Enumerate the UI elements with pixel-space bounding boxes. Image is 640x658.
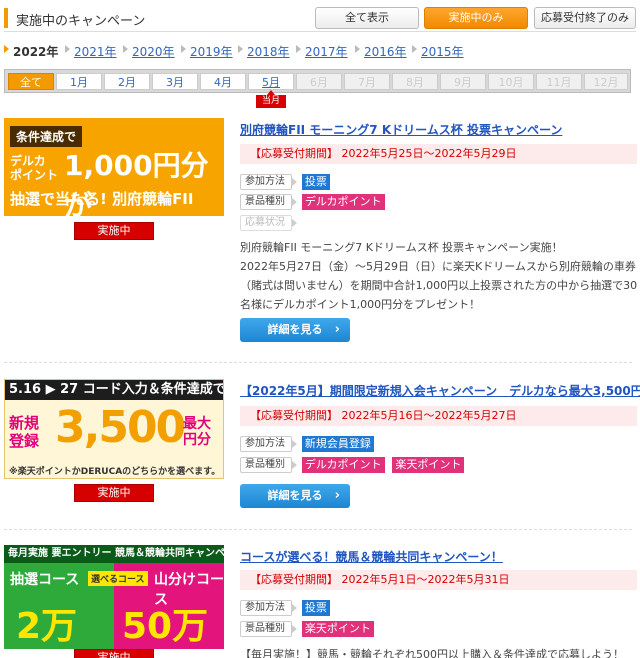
banner-text: 新規 登録	[9, 414, 40, 450]
banner-text: 抽選で当たる! 別府競輪FII	[10, 190, 194, 208]
participation-row: 参加方法 投票	[240, 600, 334, 616]
status-badge: 実施中	[74, 222, 154, 240]
month-tab[interactable]: 3月	[152, 73, 198, 90]
campaign-period: 【応募受付期間】 2022年5月25日～2022年5月29日	[240, 144, 637, 164]
year-arrow-icon	[4, 45, 9, 53]
banner-text: デルカ ポイント	[10, 154, 59, 182]
campaign-item: 条件達成で デルカ ポイント 1,000円分が 抽選で当たる! 別府競輪FII 実…	[4, 118, 638, 343]
tag-label: 参加方法	[240, 174, 297, 190]
year-link[interactable]: 2018年	[247, 43, 290, 60]
campaign-item: 毎月実施 要エントリー 競馬＆競輪共同キャンペーン 抽選コース 選べるコース 山…	[4, 545, 637, 658]
participation-tag: 投票	[301, 600, 330, 616]
banner-text: 5.16 ▶ 27 コード入力＆条件達成で	[5, 380, 223, 400]
status-badge: 実施中	[74, 649, 154, 658]
banner-text: 最大 円分	[183, 416, 211, 448]
campaign-banner[interactable]: 毎月実施 要エントリー 競馬＆競輪共同キャンペーン 抽選コース 選べるコース 山…	[4, 545, 224, 649]
year-arrow-icon	[238, 45, 243, 53]
details-button-label: 詳細を見る	[267, 323, 323, 336]
year-arrow-icon	[65, 45, 70, 53]
year-link[interactable]: 2020年	[132, 43, 175, 60]
participation-row: 参加方法 投票	[240, 174, 334, 190]
year-arrow-icon	[355, 45, 360, 53]
details-button-label: 詳細を見る	[267, 489, 323, 502]
campaign-title-link[interactable]: 【2022年5月】期間限定新規入会キャンペーン デルカなら最大3,500円分！	[240, 382, 640, 399]
prize-tag: 楽天ポイント	[392, 457, 465, 473]
year-link[interactable]: 2016年	[364, 43, 407, 60]
month-tab-disabled: 10月	[488, 73, 534, 90]
year-link[interactable]: 2017年	[305, 43, 348, 60]
participation-tag: 投票	[301, 174, 330, 190]
month-tab-disabled: 7月	[344, 73, 390, 90]
month-tab-disabled: 12月	[584, 73, 628, 90]
banner-text: 毎月実施 要エントリー 競馬＆競輪共同キャンペーン	[4, 545, 224, 563]
month-tab-current[interactable]: 5月	[248, 73, 294, 90]
page-header: 実施中のキャンペーン 全て表示 実施中のみ 応募受付終了のみ	[4, 6, 636, 32]
page-title: 実施中のキャンペーン	[16, 14, 146, 29]
year-link[interactable]: 2015年	[421, 43, 464, 60]
campaign-period: 【応募受付期間】 2022年5月1日～2022年5月31日	[240, 570, 637, 590]
year-link[interactable]: 2019年	[190, 43, 233, 60]
year-arrow-icon	[296, 45, 301, 53]
prize-row: 景品種別 楽天ポイント	[240, 621, 378, 637]
banner-amount: 2万	[16, 606, 78, 647]
current-month-badge: 当月	[256, 90, 286, 108]
year-arrow-icon	[123, 45, 128, 53]
month-tab-disabled: 11月	[536, 73, 582, 90]
status-badge: 実施中	[74, 484, 154, 502]
participation-tag: 新規会員登録	[301, 436, 374, 452]
month-tab-disabled: 8月	[392, 73, 438, 90]
banner-text: 選べるコース	[88, 571, 148, 586]
prize-tag: デルカポイント	[301, 457, 385, 473]
campaign-description: 別府競輪FII モーニング7 Kドリームス杯 投票キャンペーン実施！ 2022年…	[240, 241, 638, 311]
banner-amount: 50万	[122, 606, 209, 647]
details-button[interactable]: 詳細を見る ›	[240, 318, 350, 342]
year-link[interactable]: 2021年	[74, 43, 117, 60]
campaign-title-link[interactable]: 別府競輪FII モーニング7 Kドリームス杯 投票キャンペーン	[240, 121, 562, 138]
banner-amount: 3,500	[55, 402, 186, 453]
filter-ended-button[interactable]: 応募受付終了のみ	[534, 7, 636, 29]
prize-tag: 楽天ポイント	[301, 621, 374, 637]
month-tab-all[interactable]: 全て	[8, 73, 54, 90]
campaign-item: 5.16 ▶ 27 コード入力＆条件達成で 新規 登録 3,500 最大 円分 ※楽…	[4, 379, 640, 519]
status-row: 応募状況	[240, 215, 298, 231]
prize-row: 景品種別 デルカポイント	[240, 194, 389, 210]
tag-label: 景品種別	[240, 621, 297, 637]
campaign-period: 【応募受付期間】 2022年5月16日～2022年5月27日	[240, 406, 637, 426]
month-nav: 全て 1月 2月 3月 4月 5月 6月 7月 8月 9月 10月 11月 12…	[4, 69, 631, 93]
divider	[4, 362, 632, 363]
banner-text: 抽選コース	[10, 572, 80, 588]
tag-label: 景品種別	[240, 194, 297, 210]
tag-label: 応募状況	[240, 215, 297, 231]
campaign-banner[interactable]: 5.16 ▶ 27 コード入力＆条件達成で 新規 登録 3,500 最大 円分 ※楽…	[4, 379, 224, 479]
campaign-title-link[interactable]: コースが選べる！競馬＆競輪共同キャンペーン！	[240, 548, 503, 565]
month-tab[interactable]: 2月	[104, 73, 150, 90]
campaign-description: 【毎月実施！】競馬・競輪それぞれ500円以上購入＆条件達成で応募しよう！	[240, 648, 624, 658]
banner-note: ※楽天ポイントかDERUCAのどちらかを選べます。	[9, 467, 221, 477]
divider	[4, 529, 632, 530]
participation-row: 参加方法 新規会員登録	[240, 436, 378, 452]
filter-all-button[interactable]: 全て表示	[315, 7, 419, 29]
month-tab-disabled: 9月	[440, 73, 486, 90]
year-arrow-icon	[181, 45, 186, 53]
details-button[interactable]: 詳細を見る ›	[240, 484, 350, 508]
month-tab-disabled: 6月	[296, 73, 342, 90]
year-link-current[interactable]: 2022年	[13, 43, 58, 60]
tag-label: 参加方法	[240, 600, 297, 616]
chevron-right-icon: ›	[334, 322, 340, 337]
filter-active-button[interactable]: 実施中のみ	[424, 7, 528, 29]
month-tab[interactable]: 4月	[200, 73, 246, 90]
campaign-banner[interactable]: 条件達成で デルカ ポイント 1,000円分が 抽選で当たる! 別府競輪FII	[4, 118, 224, 216]
chevron-right-icon: ›	[334, 488, 340, 503]
year-arrow-icon	[412, 45, 417, 53]
header-accent-bar	[4, 8, 8, 28]
prize-tag: デルカポイント	[301, 194, 385, 210]
month-tab[interactable]: 1月	[56, 73, 102, 90]
tag-label: 参加方法	[240, 436, 297, 452]
prize-row: 景品種別 デルカポイント 楽天ポイント	[240, 457, 468, 473]
tag-label: 景品種別	[240, 457, 297, 473]
year-nav: 2022年 2021年 2020年 2019年 2018年 2017年 2016…	[4, 41, 636, 61]
